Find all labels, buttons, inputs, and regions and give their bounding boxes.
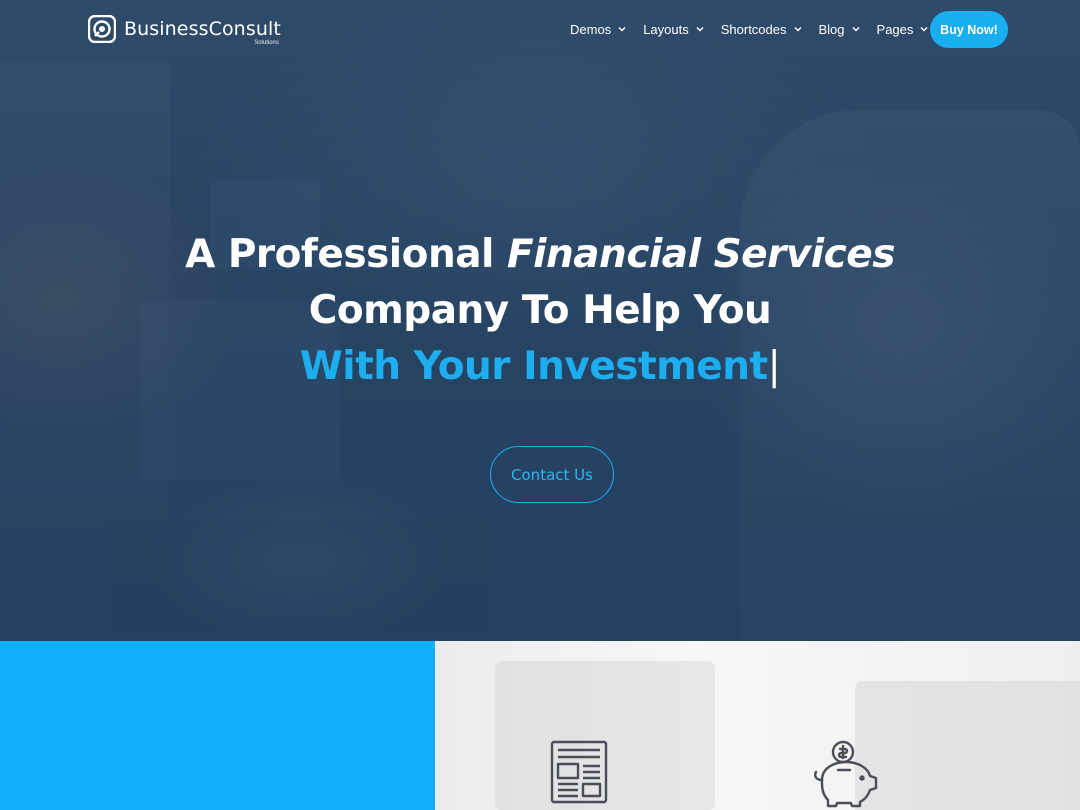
- chevron-down-icon: [852, 26, 860, 32]
- nav-item-pages[interactable]: Pages: [877, 22, 930, 37]
- logo-icon: [88, 15, 116, 43]
- hero-headline-line-3: With Your Investment|: [0, 344, 1080, 389]
- nav-item-layouts[interactable]: Layouts: [643, 22, 705, 37]
- newspaper-icon: [550, 740, 608, 804]
- nav-item-label: Shortcodes: [720, 21, 787, 37]
- buy-now-button[interactable]: Buy Now!: [930, 11, 1008, 48]
- chevron-down-icon: [920, 26, 928, 32]
- headline-plain-text: A Professional: [185, 232, 494, 277]
- nav-item-label: Layouts: [643, 21, 689, 37]
- brand-name: BusinessConsult: [124, 18, 281, 40]
- headline-italic-text: Financial Services: [506, 232, 895, 277]
- nav-item-shortcodes[interactable]: Shortcodes: [721, 22, 803, 37]
- chevron-down-icon: [618, 26, 626, 32]
- services-panel: [435, 641, 1080, 810]
- accent-panel: [0, 641, 435, 810]
- hero-headline-line-2: Company To Help You: [308, 288, 772, 333]
- nav-item-label: Blog: [818, 21, 845, 37]
- brand-subtitle: Solutions: [254, 40, 279, 46]
- nav-item-blog[interactable]: Blog: [819, 22, 861, 37]
- nav-item-demos[interactable]: Demos: [570, 22, 627, 37]
- nav-item-label: Demos: [570, 21, 612, 37]
- main-nav: Demos Layouts Shortcodes Blog Pages: [570, 20, 945, 38]
- background-shape: [855, 681, 1080, 810]
- typed-text: With Your Investment: [299, 344, 768, 389]
- logo-text: BusinessConsult Solutions: [124, 18, 281, 46]
- piggy-bank-icon: [814, 740, 878, 808]
- hero-headline-line-1: A Professional Financial Services: [0, 232, 1080, 277]
- chevron-down-icon: [793, 26, 802, 32]
- contact-us-button[interactable]: Contact Us: [490, 446, 614, 503]
- typing-cursor: |: [767, 344, 781, 389]
- site-logo[interactable]: BusinessConsult Solutions: [88, 14, 281, 46]
- nav-item-label: Pages: [876, 21, 914, 37]
- chevron-down-icon: [696, 26, 704, 32]
